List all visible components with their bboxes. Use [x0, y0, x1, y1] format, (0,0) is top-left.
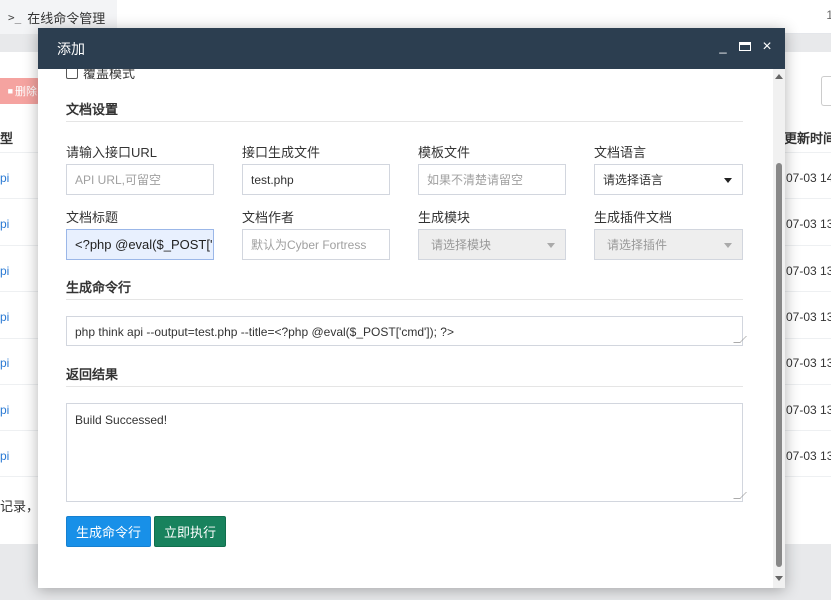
overwrite-mode-checkbox[interactable]: 覆盖模式: [66, 69, 135, 82]
scroll-down-icon[interactable]: [775, 576, 783, 581]
template-file-label: 模板文件: [418, 145, 471, 160]
api-url-input[interactable]: API URL,可留空: [66, 164, 214, 195]
chevron-down-icon: [724, 243, 732, 248]
table-row-time: 07-03 13: [786, 310, 831, 324]
delete-button[interactable]: ■ 删除: [0, 78, 40, 104]
scroll-thumb[interactable]: [776, 163, 782, 567]
module-label: 生成模块: [418, 210, 471, 225]
scroll-up-icon[interactable]: [775, 74, 783, 79]
dialog-title: 添加: [57, 40, 85, 57]
output-file-label: 接口生成文件: [242, 145, 321, 160]
overwrite-mode-label: 覆盖模式: [83, 69, 136, 81]
plugin-doc-value: 请选择插件: [607, 238, 668, 252]
table-row-link[interactable]: pi: [0, 264, 9, 278]
resize-handle-icon[interactable]: [733, 336, 747, 343]
command-textarea[interactable]: php think api --output=test.php --title=…: [66, 316, 747, 346]
doc-title-input[interactable]: <?php @eval($_POST['c: [66, 229, 214, 260]
add-dialog: 添加 _ × 覆盖模式 文档设置 请输入接口URL API URL,可留空 接口…: [38, 28, 785, 588]
table-row-time: 07-03 13: [786, 217, 831, 231]
maximize-icon[interactable]: [739, 38, 751, 56]
top-bar-right-text[interactable]: 1: [826, 8, 831, 22]
generate-command-button[interactable]: 生成命令行: [66, 516, 151, 547]
plugin-doc-label: 生成插件文档: [594, 210, 673, 225]
section-divider: [66, 121, 743, 122]
dialog-body: 覆盖模式 文档设置 请输入接口URL API URL,可留空 接口生成文件 te…: [38, 69, 773, 588]
doc-title-label: 文档标题: [66, 210, 119, 225]
table-row-time: 07-03 13: [786, 264, 831, 278]
doc-language-value: 请选择语言: [603, 173, 664, 187]
table-row-link[interactable]: pi: [0, 356, 9, 370]
result-textarea[interactable]: Build Successed!: [66, 403, 747, 502]
pagination-summary: 记录，: [0, 499, 40, 514]
chevron-down-icon: [724, 178, 732, 183]
plugin-doc-select[interactable]: 请选择插件: [594, 229, 743, 260]
doc-language-label: 文档语言: [594, 145, 647, 160]
dialog-header[interactable]: 添加 _ ×: [38, 28, 785, 69]
column-header-type[interactable]: 型: [0, 128, 13, 147]
command-title: 生成命令行: [66, 280, 132, 295]
tab-label: 在线命令管理: [27, 10, 106, 26]
output-file-input[interactable]: test.php: [242, 164, 390, 195]
execute-now-button[interactable]: 立即执行: [154, 516, 226, 547]
doc-author-input[interactable]: 默认为Cyber Fortress: [242, 229, 390, 260]
api-url-label: 请输入接口URL: [66, 145, 158, 160]
table-row-link[interactable]: pi: [0, 449, 9, 463]
table-row-time: 07-03 13: [786, 449, 831, 463]
background-search-box[interactable]: [821, 76, 831, 106]
table-row-link[interactable]: pi: [0, 310, 9, 324]
table-row-link[interactable]: pi: [0, 217, 9, 231]
doc-language-select[interactable]: 请选择语言: [594, 164, 743, 195]
table-row-link[interactable]: pi: [0, 403, 9, 417]
minimize-icon[interactable]: _: [717, 38, 729, 56]
terminal-icon: >_: [8, 10, 22, 24]
table-row-time: 07-03 13: [786, 403, 831, 417]
table-row-link[interactable]: pi: [0, 171, 9, 185]
doc-settings-title: 文档设置: [66, 102, 119, 117]
section-divider: [66, 299, 743, 300]
chevron-down-icon: [547, 243, 555, 248]
table-row-time: 07-03 14: [786, 171, 831, 185]
result-title: 返回结果: [66, 367, 119, 382]
trash-icon: ■: [7, 86, 13, 96]
dialog-controls: _ ×: [717, 38, 773, 56]
table-row-time: 07-03 13: [786, 356, 831, 370]
module-value: 请选择模块: [431, 238, 492, 252]
close-icon[interactable]: ×: [761, 38, 773, 56]
template-file-input[interactable]: 如果不清楚请留空: [418, 164, 566, 195]
module-select[interactable]: 请选择模块: [418, 229, 566, 260]
dialog-scrollbar[interactable]: [773, 69, 785, 588]
delete-label: 删除: [15, 86, 37, 98]
resize-handle-icon[interactable]: [733, 492, 747, 499]
command-text: php think api --output=test.php --title=…: [75, 325, 454, 339]
result-text: Build Successed!: [75, 413, 168, 427]
section-divider: [66, 386, 743, 387]
doc-author-label: 文档作者: [242, 210, 295, 225]
column-header-updated[interactable]: 更新时间: [784, 128, 831, 147]
checkbox-box[interactable]: [66, 69, 78, 79]
